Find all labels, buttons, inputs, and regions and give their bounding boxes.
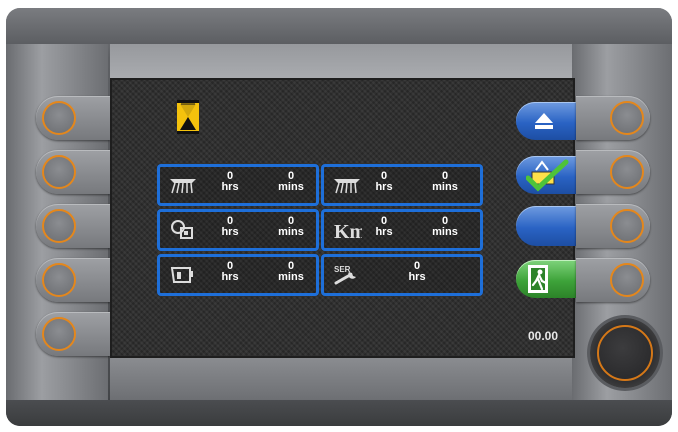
left-function-key-1[interactable]	[36, 96, 110, 140]
bezel-top	[6, 8, 672, 44]
exit-softkey[interactable]	[516, 260, 576, 298]
brush-icon	[170, 179, 196, 194]
service-time-panel: SER 0 hrs	[321, 254, 483, 296]
eject-softkey[interactable]	[516, 102, 576, 140]
key-ring	[42, 155, 76, 189]
engine-time-panel: 0 hrs 0 mins	[157, 209, 319, 251]
km-icon: Km	[334, 221, 362, 242]
exit-icon	[528, 265, 548, 293]
key-ring	[610, 263, 644, 297]
clock-display: 00.00	[528, 329, 559, 343]
hours-unit: hrs	[375, 181, 393, 193]
left-function-key-3[interactable]	[36, 204, 110, 248]
hourglass-icon	[177, 100, 199, 134]
brush-icon	[334, 179, 360, 194]
brush-time-panel-1: 0 hrs 0 mins	[157, 164, 319, 206]
mins-unit: mins	[278, 181, 304, 193]
left-function-key-2[interactable]	[36, 150, 110, 194]
key-ring	[42, 317, 76, 351]
hours-unit: hrs	[221, 181, 239, 193]
right-function-key-2[interactable]	[576, 150, 650, 194]
mins-unit: mins	[432, 226, 458, 238]
eject-icon	[535, 113, 553, 129]
mins-unit: mins	[432, 181, 458, 193]
right-function-key-4[interactable]	[576, 258, 650, 302]
distance-time-panel: Km 0 hrs 0 mins	[321, 209, 483, 251]
hours-unit: hrs	[221, 226, 239, 238]
key-ring	[42, 101, 76, 135]
bezel-bottom	[6, 400, 672, 426]
svg-text:Km: Km	[334, 221, 362, 242]
brush-time-panel-2: 0 hrs 0 mins	[321, 164, 483, 206]
key-ring	[42, 263, 76, 297]
key-ring	[610, 155, 644, 189]
left-function-key-4[interactable]	[36, 258, 110, 302]
screen-bottom-frame	[110, 358, 572, 400]
mins-unit: mins	[278, 271, 304, 283]
key-ring	[610, 101, 644, 135]
confirm-softkey[interactable]	[516, 156, 576, 194]
service-wrench-icon: SER	[334, 265, 356, 285]
key-ring	[42, 209, 76, 243]
hours-unit: hrs	[375, 226, 393, 238]
knob-ring	[597, 325, 653, 381]
rotary-knob[interactable]	[590, 318, 660, 388]
engine-icon	[171, 220, 193, 239]
blank-softkey[interactable]	[516, 206, 576, 246]
screen-top-frame	[110, 44, 572, 78]
hours-unit: hrs	[221, 271, 239, 283]
hopper-time-panel: 0 hrs 0 mins	[157, 254, 319, 296]
key-ring	[610, 209, 644, 243]
confirm-icon	[526, 159, 569, 192]
mins-unit: mins	[278, 226, 304, 238]
svg-text:SER: SER	[334, 265, 351, 274]
right-function-key-1[interactable]	[576, 96, 650, 140]
hours-unit: hrs	[408, 271, 426, 283]
left-function-key-5[interactable]	[36, 312, 110, 356]
hopper-icon	[170, 267, 193, 283]
right-function-key-3[interactable]	[576, 204, 650, 248]
